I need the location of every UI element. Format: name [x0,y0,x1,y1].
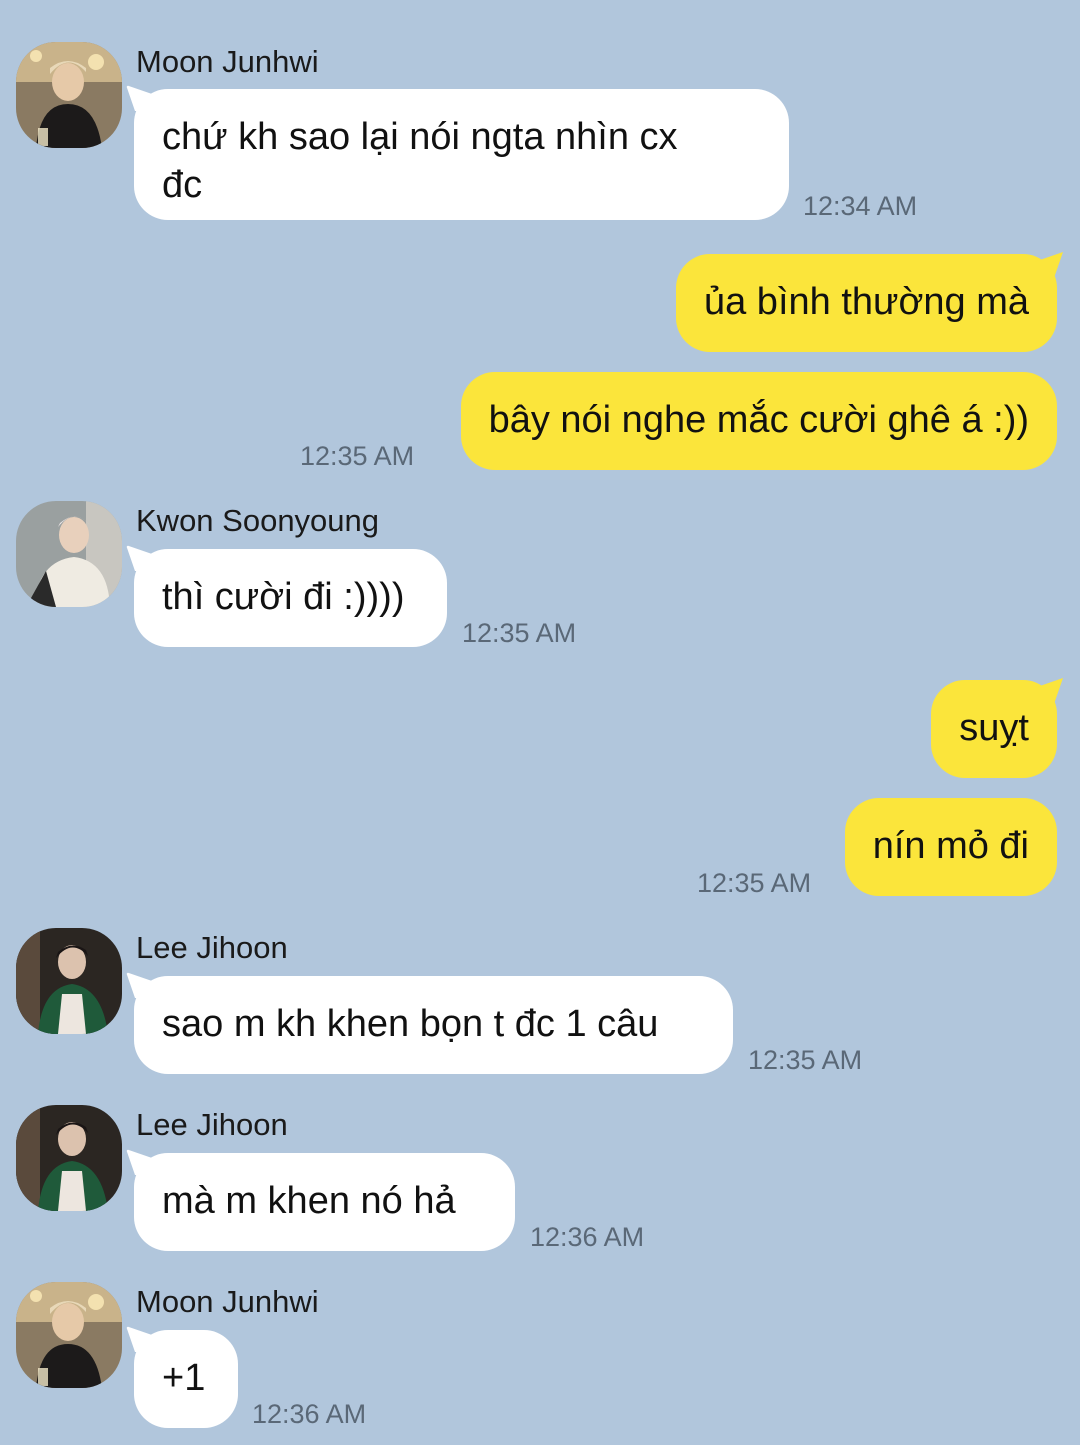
sender-name: Lee Jihoon [136,1107,288,1142]
message-timestamp: 12:34 AM [803,191,918,221]
avatar-kwon-soonyoung[interactable] [16,501,122,607]
message-bubble-incoming[interactable]: sao m kh khen bọn t đc 1 câu [134,976,733,1074]
message-bubble-incoming[interactable]: +1 [134,1330,238,1428]
message-bubble-incoming[interactable]: mà m khen nó hả [134,1153,515,1251]
message-bubble-outgoing[interactable]: nín mỏ đi [844,798,1057,896]
sender-name: Moon Junhwi [136,1284,319,1319]
sender-name: Lee Jihoon [136,930,288,965]
avatar-lee-jihoon[interactable] [16,928,122,1034]
sender-name: Kwon Soonyoung [136,503,380,538]
message-timestamp: 12:36 AM [252,1399,367,1429]
message-bubble-incoming[interactable]: chứ kh sao lại nói ngta nhìn cx đc [134,89,789,220]
avatar-moon-junhwi[interactable] [16,1282,122,1388]
sender-name: Moon Junhwi [136,44,319,79]
message-timestamp: 12:35 AM [697,868,812,898]
message-timestamp: 12:35 AM [300,441,415,471]
message-bubble-outgoing[interactable]: suỵt [931,680,1057,778]
message-timestamp: 12:35 AM [462,618,577,648]
message-bubble-incoming[interactable]: thì cười đi :)))) [134,549,447,647]
avatar-moon-junhwi[interactable] [16,42,122,148]
message-bubble-outgoing[interactable]: bây nói nghe mắc cười ghê á :)) [460,372,1057,470]
message-timestamp: 12:36 AM [530,1222,645,1252]
avatar-lee-jihoon[interactable] [16,1105,122,1211]
message-bubble-outgoing[interactable]: ủa bình thường mà [675,254,1057,352]
message-timestamp: 12:35 AM [748,1045,863,1075]
